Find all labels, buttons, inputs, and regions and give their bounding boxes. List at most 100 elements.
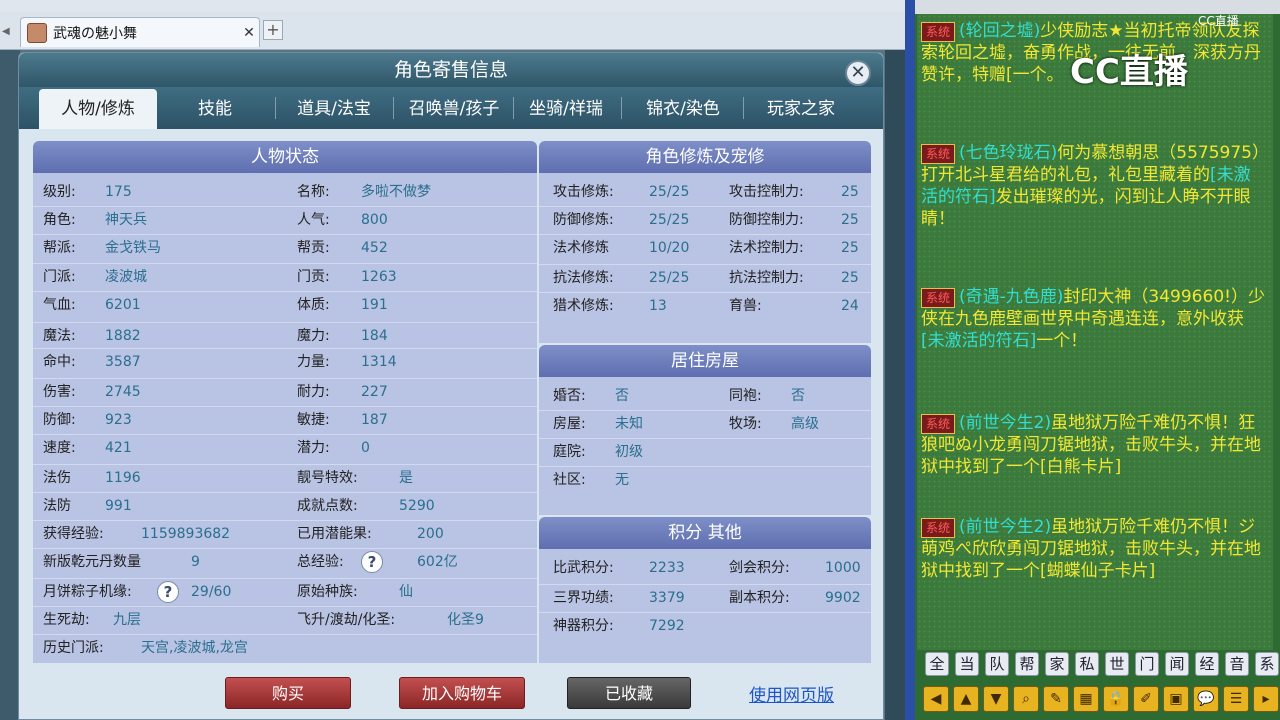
status-label: 魔法:	[43, 328, 76, 344]
item-link[interactable]: [蝴蝶仙子卡片]	[1040, 561, 1155, 581]
lock-icon[interactable]: 🔒	[1103, 686, 1129, 712]
row-divider	[33, 548, 537, 549]
status-value: 1196	[105, 470, 141, 486]
cultivation-value: 25	[841, 270, 859, 286]
channel-button[interactable]: 经	[1195, 652, 1219, 676]
cultivation-label: 育兽:	[729, 298, 762, 314]
add-to-cart-button[interactable]: 加入购物车	[399, 677, 525, 709]
tab-scroll-icon[interactable]: ◀	[2, 26, 16, 42]
status-value: 1314	[361, 354, 397, 370]
favorited-button[interactable]: 已收藏	[567, 677, 691, 709]
tab-close-icon[interactable]: ✕	[239, 25, 259, 41]
status-value: 天宫,凌波城,龙宫	[141, 640, 248, 656]
housing-label: 社区:	[553, 472, 586, 488]
status-value: 191	[361, 297, 388, 313]
dialog-title: 角色寄售信息	[19, 53, 883, 87]
status-value: 421	[105, 440, 132, 456]
cultivation-label: 抗法控制力:	[729, 270, 804, 286]
arrow-left-icon[interactable]: ◀	[923, 686, 949, 712]
new-tab-button[interactable]: +	[263, 20, 283, 40]
status-label: 获得经验:	[43, 526, 104, 542]
status-label: 新版乾元丹数量	[43, 554, 141, 570]
points-label: 神器积分:	[553, 618, 614, 634]
message-text: 一个！	[1036, 331, 1088, 351]
status-panel: 级别: 175 角色: 神天兵 帮派: 金戈铁马 门派: 凌波城 气血: 6201 魔法: 1882 命…	[33, 173, 537, 663]
buy-button[interactable]: 购买	[225, 677, 351, 709]
row-divider	[539, 612, 871, 613]
more-icon[interactable]: ▸	[1253, 686, 1279, 712]
status-value: 175	[105, 184, 132, 200]
row-divider	[33, 206, 537, 207]
layers-icon[interactable]: ▣	[1163, 686, 1189, 712]
housing-label: 婚否:	[553, 388, 586, 404]
channel-button[interactable]: 世	[1105, 652, 1129, 676]
browser-tab[interactable]: 武魂の魅小舞 ✕	[20, 17, 260, 47]
status-value: 200	[417, 526, 444, 542]
housing-value: 高级	[791, 416, 819, 432]
status-label: 体质:	[297, 297, 330, 313]
status-label: 历史门派:	[43, 640, 104, 656]
arrow-up-icon[interactable]: ▲	[953, 686, 979, 712]
row-divider	[33, 291, 537, 292]
cultivation-header: 角色修炼及宠修	[539, 141, 871, 173]
item-link[interactable]: [白熊卡片]	[1040, 457, 1121, 477]
channel-button[interactable]: 系	[1255, 652, 1279, 676]
channel-button[interactable]: 帮	[1015, 652, 1039, 676]
status-label: 原始种族:	[297, 584, 358, 600]
row-divider	[33, 606, 537, 607]
chat-scroll-edge[interactable]	[905, 0, 915, 720]
search-icon[interactable]: ⌕	[1013, 686, 1039, 712]
row-divider	[33, 406, 537, 407]
chat-tool-bar: ◀ ▲ ▼ ⌕ ✎ ▦ 🔒 ✐ ▣ 💬 ☰ ▸	[917, 684, 1280, 714]
tab-outfits[interactable]: 锦衣/染色	[623, 89, 743, 129]
close-icon[interactable]: ✕	[845, 60, 871, 86]
housing-value: 未知	[615, 416, 643, 432]
system-badge: 系统	[921, 414, 956, 434]
tab-player-home[interactable]: 玩家之家	[745, 89, 857, 129]
help-icon[interactable]: ?	[157, 581, 179, 603]
brush-icon[interactable]: ✐	[1133, 686, 1159, 712]
help-icon[interactable]: ?	[361, 551, 383, 573]
status-label: 法防	[43, 498, 71, 514]
status-label: 防御:	[43, 412, 76, 428]
row-divider	[33, 263, 537, 264]
arrow-down-icon[interactable]: ▼	[983, 686, 1009, 712]
tab-character[interactable]: 人物/修炼	[39, 89, 157, 129]
tab-mounts[interactable]: 坐骑/祥瑞	[513, 89, 619, 129]
status-value: 602亿	[417, 554, 458, 570]
status-label: 月饼粽子机缘:	[43, 584, 132, 600]
status-label: 人气:	[297, 212, 330, 228]
status-value: 1882	[105, 328, 141, 344]
channel-button[interactable]: 队	[985, 652, 1009, 676]
cultivation-label: 猎术修炼:	[553, 298, 614, 314]
tab-skills[interactable]: 技能	[159, 89, 271, 129]
channel-button[interactable]: 门	[1135, 652, 1159, 676]
web-version-link[interactable]: 使用网页版	[749, 681, 834, 706]
list-icon[interactable]: ☰	[1223, 686, 1249, 712]
status-value: 6201	[105, 297, 141, 313]
status-label: 角色:	[43, 212, 76, 228]
status-label: 帮派:	[43, 240, 76, 256]
status-value: 29/60	[191, 584, 232, 600]
grid-icon[interactable]: ▦	[1073, 686, 1099, 712]
channel-button[interactable]: 音	[1225, 652, 1249, 676]
channel-button[interactable]: 闻	[1165, 652, 1189, 676]
channel-button[interactable]: 全	[925, 652, 949, 676]
points-panel: 比武积分: 2233 剑会积分: 1000 三界功绩: 3379 副本积分: 9902 神器积分…	[539, 549, 871, 663]
tab-summons[interactable]: 召唤兽/孩子	[395, 89, 513, 129]
cultivation-value: 25	[841, 184, 859, 200]
status-value: 凌波城	[105, 269, 147, 285]
item-link[interactable]: [未激活的符石]	[921, 331, 1036, 351]
housing-value: 初级	[615, 444, 643, 460]
channel-button[interactable]: 家	[1045, 652, 1069, 676]
chat-bubble-icon[interactable]: 💬	[1193, 686, 1219, 712]
cultivation-label: 攻击修炼:	[553, 184, 614, 200]
row-divider	[33, 234, 537, 235]
channel-button[interactable]: 私	[1075, 652, 1099, 676]
housing-label: 房屋:	[553, 416, 586, 432]
channel-button[interactable]: 当	[955, 652, 979, 676]
note-icon[interactable]: ✎	[1043, 686, 1069, 712]
item-link[interactable]: 一个。	[1013, 65, 1064, 85]
tab-items[interactable]: 道具/法宝	[277, 89, 391, 129]
dialog-tab-bar: 人物/修炼 技能 道具/法宝 召唤兽/孩子 坐骑/祥瑞 锦衣/染色 玩家之家	[19, 87, 883, 129]
